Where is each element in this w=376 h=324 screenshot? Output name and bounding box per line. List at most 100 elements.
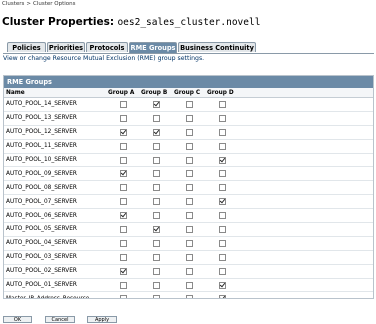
group-a-checkbox[interactable] (120, 100, 127, 108)
checkbox-cell (172, 291, 205, 298)
group-d-checkbox[interactable] (219, 142, 226, 150)
group-a-checkbox[interactable] (120, 114, 127, 122)
checkbox-cell (172, 166, 205, 182)
group-d-checkbox[interactable] (219, 212, 226, 220)
group-b-checkbox[interactable] (153, 100, 160, 108)
group-c-checkbox[interactable] (186, 239, 193, 247)
tab-business-continuity[interactable]: Business Continuity (178, 42, 256, 52)
group-b-checkbox[interactable] (153, 267, 160, 275)
group-a-checkbox[interactable] (120, 170, 127, 178)
group-d-checkbox[interactable] (219, 100, 226, 108)
group-b-checkbox[interactable] (153, 225, 160, 233)
group-b-checkbox[interactable] (153, 212, 160, 220)
checkbox-cell (106, 139, 139, 154)
group-d-checkbox[interactable] (219, 267, 226, 275)
group-b-checkbox[interactable] (153, 142, 160, 150)
table-row: AUTO_POOL_04_SERVER (4, 236, 373, 251)
table-row: AUTO_POOL_01_SERVER (4, 278, 373, 293)
resource-name: AUTO_POOL_08_SERVER (4, 180, 106, 196)
group-b-checkbox[interactable] (153, 128, 160, 136)
group-d-checkbox[interactable] (219, 184, 226, 192)
group-b-checkbox[interactable] (153, 198, 160, 206)
group-d-checkbox[interactable] (219, 114, 226, 122)
resource-name: AUTO_POOL_10_SERVER (4, 153, 106, 168)
group-d-checkbox[interactable] (219, 156, 226, 164)
group-c-checkbox[interactable] (186, 225, 193, 233)
group-b-checkbox[interactable] (153, 253, 160, 261)
group-d-checkbox[interactable] (219, 128, 226, 136)
checkbox-cell (172, 222, 205, 237)
checkbox-cell (139, 236, 172, 251)
cancel-button[interactable]: Cancel (45, 316, 75, 323)
group-a-checkbox[interactable] (120, 267, 127, 275)
group-a-checkbox[interactable] (120, 295, 127, 298)
group-b-checkbox[interactable] (153, 281, 160, 289)
group-b-checkbox[interactable] (153, 239, 160, 247)
group-c-checkbox[interactable] (186, 295, 193, 298)
table-row: AUTO_POOL_11_SERVER (4, 139, 373, 154)
group-c-checkbox[interactable] (186, 156, 193, 164)
breadcrumb-cluster-options-link[interactable]: Cluster Options (33, 1, 76, 7)
apply-button[interactable]: Apply (87, 316, 117, 323)
checkbox-cell (106, 264, 139, 279)
group-a-checkbox[interactable] (120, 184, 127, 192)
group-d-checkbox[interactable] (219, 281, 226, 289)
group-c-checkbox[interactable] (186, 212, 193, 220)
resource-name: AUTO_POOL_13_SERVER (4, 111, 106, 126)
group-a-checkbox[interactable] (120, 281, 127, 289)
group-a-checkbox[interactable] (120, 142, 127, 150)
checkbox-cell (205, 97, 373, 112)
breadcrumb-clusters-link[interactable]: Clusters (2, 1, 24, 7)
group-c-checkbox[interactable] (186, 114, 193, 122)
group-c-checkbox[interactable] (186, 198, 193, 206)
checkbox-cell (106, 111, 139, 126)
group-b-checkbox[interactable] (153, 156, 160, 164)
group-c-checkbox[interactable] (186, 281, 193, 289)
tab-rme-groups[interactable]: RME Groups (129, 42, 177, 53)
group-a-checkbox[interactable] (120, 198, 127, 206)
group-d-checkbox[interactable] (219, 239, 226, 247)
group-d-checkbox[interactable] (219, 295, 226, 298)
tab-policies[interactable]: Policies (7, 42, 46, 52)
table-row: Master_IP_Address_Resource (4, 291, 373, 298)
resource-name: Master_IP_Address_Resource (4, 291, 106, 298)
group-d-checkbox[interactable] (219, 225, 226, 233)
rme-groups-table: Name Group A Group B Group C Group D AUT… (4, 88, 373, 298)
page-description: View or change Resource Mutual Exclusion… (3, 55, 205, 62)
group-c-checkbox[interactable] (186, 267, 193, 275)
checkbox-cell (205, 264, 373, 279)
group-b-checkbox[interactable] (153, 170, 160, 178)
column-header-group-a: Group A (106, 88, 139, 98)
group-b-checkbox[interactable] (153, 184, 160, 192)
resource-name: AUTO_POOL_06_SERVER (4, 208, 106, 224)
checkbox-cell (172, 153, 205, 168)
resource-name: AUTO_POOL_11_SERVER (4, 139, 106, 154)
ok-button[interactable]: OK (3, 316, 32, 323)
checkbox-cell (139, 153, 172, 168)
group-c-checkbox[interactable] (186, 170, 193, 178)
tab-protocols[interactable]: Protocols (86, 42, 128, 52)
group-c-checkbox[interactable] (186, 128, 193, 136)
group-a-checkbox[interactable] (120, 239, 127, 247)
group-c-checkbox[interactable] (186, 142, 193, 150)
checkbox-cell (139, 139, 172, 154)
group-a-checkbox[interactable] (120, 253, 127, 261)
group-d-checkbox[interactable] (219, 198, 226, 206)
group-a-checkbox[interactable] (120, 156, 127, 164)
group-a-checkbox[interactable] (120, 212, 127, 220)
group-c-checkbox[interactable] (186, 184, 193, 192)
checkbox-cell (172, 125, 205, 140)
group-b-checkbox[interactable] (153, 295, 160, 298)
checkbox-cell (106, 180, 139, 196)
group-a-checkbox[interactable] (120, 128, 127, 136)
group-d-checkbox[interactable] (219, 170, 226, 178)
table-row: AUTO_POOL_06_SERVER (4, 208, 373, 224)
checkbox-cell (139, 180, 172, 196)
tab-priorities[interactable]: Priorities (47, 42, 85, 52)
checkbox-cell (205, 291, 373, 298)
group-a-checkbox[interactable] (120, 225, 127, 233)
group-d-checkbox[interactable] (219, 253, 226, 261)
group-c-checkbox[interactable] (186, 253, 193, 261)
group-b-checkbox[interactable] (153, 114, 160, 122)
group-c-checkbox[interactable] (186, 100, 193, 108)
